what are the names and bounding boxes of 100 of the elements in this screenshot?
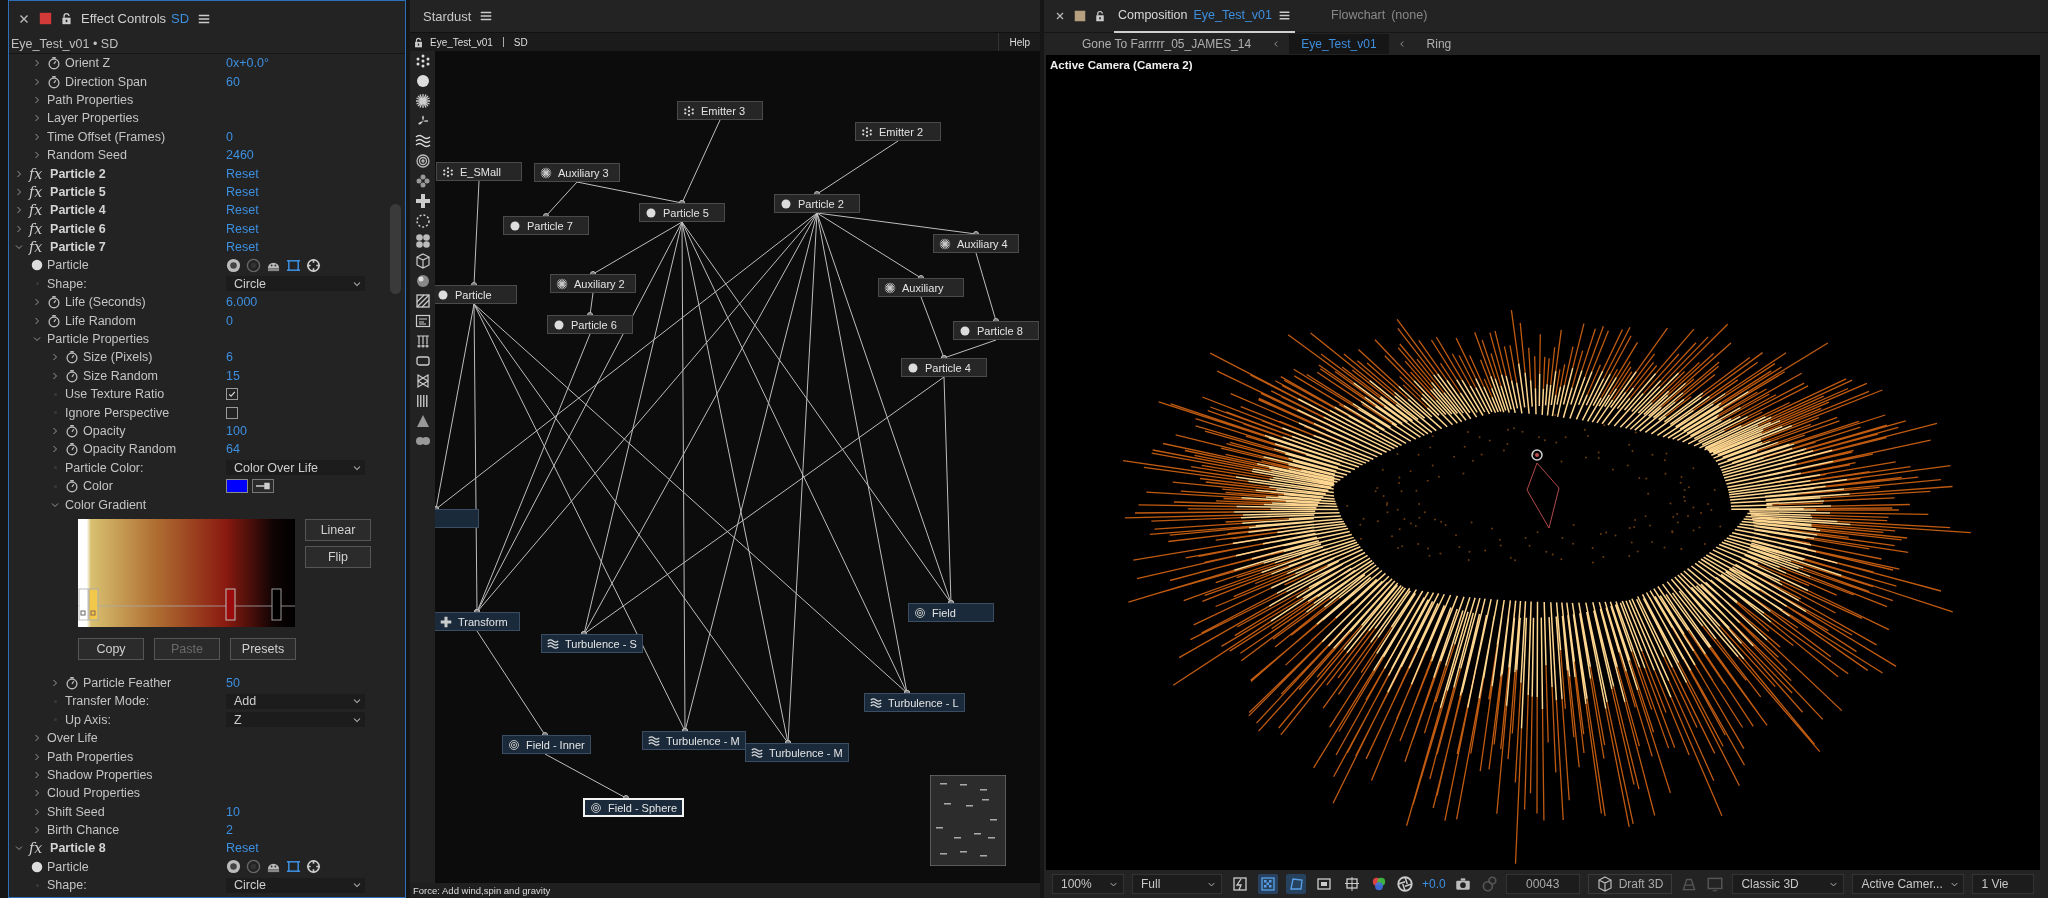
cone-icon[interactable] xyxy=(414,413,431,429)
graph-node[interactable]: Auxiliary 4 xyxy=(933,234,1019,253)
stopwatch-icon[interactable] xyxy=(47,313,61,328)
stopwatch-icon[interactable] xyxy=(65,675,79,690)
dot-cluster-icon[interactable] xyxy=(414,53,431,69)
renderer-dropdown[interactable]: Classic 3D xyxy=(1732,874,1845,894)
graph-node[interactable]: Particle 4 xyxy=(901,358,987,377)
bars-icon[interactable] xyxy=(414,393,431,409)
label-color-icon[interactable] xyxy=(39,12,52,25)
param-value[interactable]: 0x+0.0° xyxy=(226,56,269,71)
stopwatch-icon[interactable] xyxy=(65,350,79,365)
minimap-drawing[interactable] xyxy=(930,775,1006,866)
graph-node[interactable]: Particle 8 xyxy=(953,321,1039,340)
panel-title[interactable]: Effect Controls xyxy=(81,11,167,26)
color-swatch[interactable] xyxy=(226,479,248,494)
aperture-icon[interactable] xyxy=(1396,875,1414,893)
param-value[interactable]: 60 xyxy=(226,74,240,89)
crosshair-icon[interactable] xyxy=(306,258,321,273)
dashed-circle-icon[interactable] xyxy=(414,213,431,229)
param-value[interactable]: 2460 xyxy=(226,148,254,163)
rounded-rectangle-icon[interactable] xyxy=(414,353,431,369)
graph-node[interactable]: Field xyxy=(908,603,994,622)
zoom-dropdown[interactable]: 100% xyxy=(1052,874,1124,894)
crosshair-icon[interactable] xyxy=(306,859,321,875)
graph-node[interactable]: Turbulence - S xyxy=(541,634,643,653)
graph-node[interactable]: Particle 6 xyxy=(547,315,633,334)
graph-node[interactable]: Particle 2 xyxy=(774,194,860,213)
param-value[interactable]: 50 xyxy=(226,675,240,690)
graph-node[interactable]: Emitter 2 xyxy=(855,122,941,141)
checkbox[interactable] xyxy=(226,388,238,401)
triangles-icon[interactable] xyxy=(414,373,431,389)
graph-node[interactable]: Auxiliary xyxy=(878,278,964,297)
breadcrumb[interactable]: Gone To Farrrrr_05_JAMES_14 xyxy=(1070,34,1264,54)
graph-node[interactable]: Particle xyxy=(435,285,517,304)
param-value[interactable]: 0 xyxy=(226,129,233,144)
camera-view-dropdown[interactable]: Active Camer... xyxy=(1852,874,1965,894)
sphere-icon[interactable] xyxy=(414,273,431,289)
lock-icon[interactable] xyxy=(1094,10,1106,22)
checkbox[interactable] xyxy=(226,406,238,419)
lock-icon[interactable] xyxy=(413,36,424,48)
dropdown[interactable]: Circle xyxy=(226,276,365,292)
draft-3d-button[interactable]: Draft 3D xyxy=(1587,874,1673,894)
breadcrumb[interactable]: Ring xyxy=(1414,34,1464,54)
graph-node[interactable]: Turbulence - M xyxy=(745,743,849,762)
reset-link[interactable]: Reset xyxy=(226,221,259,236)
gradient-mode-button[interactable]: Flip xyxy=(305,545,371,568)
gradient-action-button[interactable]: Copy xyxy=(78,637,144,660)
waves-icon[interactable] xyxy=(414,133,431,149)
label-color-icon[interactable] xyxy=(1074,10,1086,22)
view-toggle-button[interactable] xyxy=(1230,874,1250,894)
starburst-icon[interactable] xyxy=(414,93,431,109)
resolution-dropdown[interactable]: Full xyxy=(1132,874,1222,894)
param-value[interactable]: 0 xyxy=(226,313,233,328)
stopwatch-icon[interactable] xyxy=(47,295,61,310)
view-layout-dropdown[interactable]: 1 Vie xyxy=(1972,874,2035,894)
graph-node[interactable]: Transform xyxy=(435,612,520,631)
current-frame-field[interactable]: 00043 xyxy=(1505,874,1580,894)
reset-link[interactable]: Reset xyxy=(226,184,259,199)
panel-tab[interactable]: Flowchart (none) xyxy=(1327,0,1432,33)
param-value[interactable]: 6.000 xyxy=(226,295,258,310)
stopwatch-icon[interactable] xyxy=(65,442,79,457)
comb-icon[interactable] xyxy=(414,333,431,349)
graph-node[interactable]: Particle 5 xyxy=(639,203,725,222)
graph-node[interactable]: Turbulence - M xyxy=(642,731,746,750)
plus-icon[interactable] xyxy=(414,193,431,209)
eyedropper-button[interactable] xyxy=(252,479,274,494)
graph-node[interactable]: E_SMall xyxy=(436,162,522,181)
reset-link[interactable]: Reset xyxy=(226,166,259,181)
param-value[interactable]: 100 xyxy=(226,424,247,438)
stopwatch-icon[interactable] xyxy=(65,479,79,494)
menu-icon[interactable] xyxy=(479,9,494,23)
frame-icon[interactable] xyxy=(286,859,301,875)
four-circles-icon[interactable] xyxy=(414,233,431,249)
ring-icon[interactable] xyxy=(246,859,261,875)
list-panel-icon[interactable] xyxy=(414,313,431,329)
param-value[interactable]: 6 xyxy=(226,350,233,365)
graph-node[interactable]: Auxiliary 3 xyxy=(534,163,620,182)
reset-link[interactable]: Reset xyxy=(226,240,259,255)
view-toggle-button[interactable] xyxy=(1258,874,1278,894)
graph-node[interactable]: Emitter 3 xyxy=(677,101,763,120)
dropdown[interactable]: Circle xyxy=(226,877,365,893)
stopwatch-icon[interactable] xyxy=(65,368,79,383)
param-value[interactable]: 64 xyxy=(226,442,240,457)
param-value[interactable]: 10 xyxy=(226,804,240,819)
dropdown[interactable]: Color Over Life xyxy=(226,460,365,476)
stopwatch-icon[interactable] xyxy=(47,56,61,71)
dropdown[interactable]: Add xyxy=(226,693,365,709)
view-toggle-button[interactable] xyxy=(1286,874,1306,894)
flower-icon[interactable] xyxy=(414,173,431,189)
gradient-mode-button[interactable]: Linear xyxy=(305,518,371,541)
ring-icon[interactable] xyxy=(246,258,261,273)
panel-title[interactable]: Stardust xyxy=(423,8,472,24)
solid-circle-icon[interactable] xyxy=(226,258,241,273)
frame-icon[interactable] xyxy=(286,258,301,273)
dropdown[interactable]: Z xyxy=(226,712,365,728)
gradient-action-button[interactable]: Presets xyxy=(230,637,296,660)
graph-node[interactable]: Field - Inner xyxy=(502,735,591,754)
param-value[interactable]: 15 xyxy=(226,368,240,383)
solid-circle-icon[interactable] xyxy=(226,859,241,875)
param-value[interactable]: 2 xyxy=(226,823,233,838)
